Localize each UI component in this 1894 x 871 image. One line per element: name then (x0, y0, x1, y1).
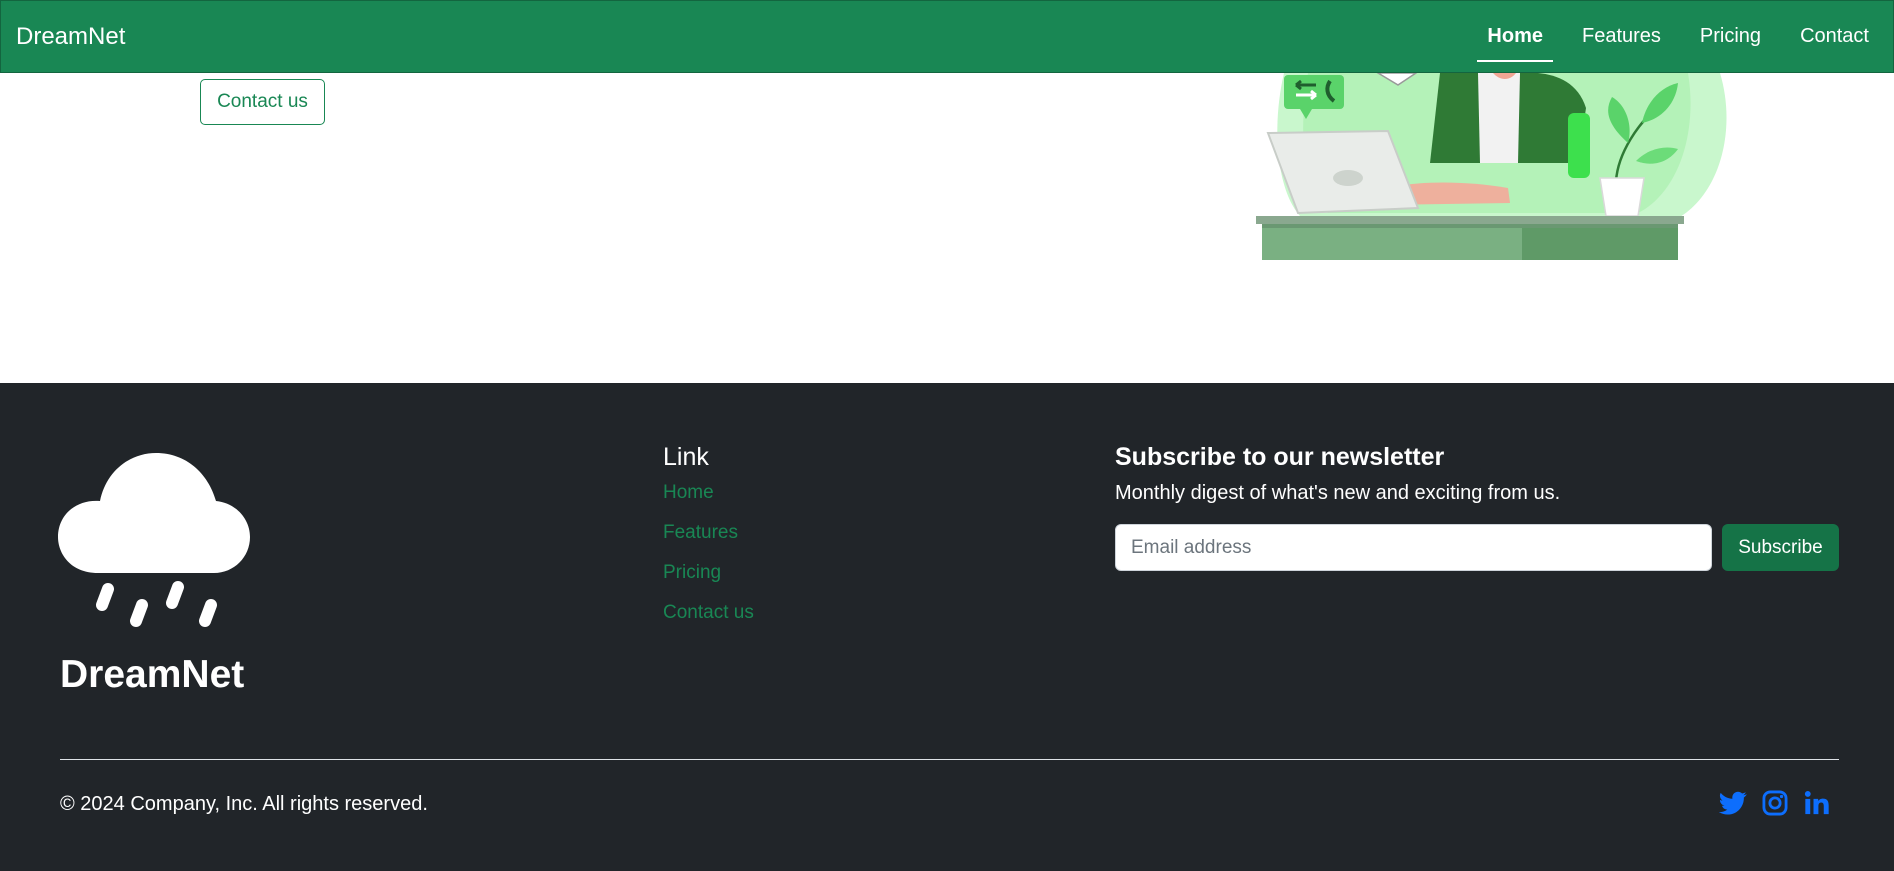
newsletter-form: Subscribe (1115, 524, 1839, 571)
footer-link-contact[interactable]: Contact us (663, 601, 754, 641)
person-at-laptop-illustration (1256, 73, 1727, 260)
instagram-icon[interactable] (1761, 789, 1789, 817)
footer-link-features[interactable]: Features (663, 521, 754, 561)
nav-pricing[interactable]: Pricing (1690, 1, 1771, 72)
subscribe-button[interactable]: Subscribe (1722, 524, 1839, 571)
contact-us-button[interactable]: Contact us (200, 79, 325, 125)
newsletter-section: Subscribe to our newsletter Monthly dige… (1115, 443, 1839, 571)
cloud-rain-icon (58, 453, 250, 627)
footer-links-column: Link Home Features Pricing Contact us (663, 443, 754, 641)
footer-brand: DreamNet (60, 653, 245, 696)
footer-divider (60, 759, 1839, 760)
nav-home[interactable]: Home (1477, 1, 1553, 72)
top-navbar: DreamNet Home Features Pricing Contact (0, 0, 1894, 73)
newsletter-description: Monthly digest of what's new and excitin… (1115, 482, 1561, 504)
nav-contact[interactable]: Contact (1790, 1, 1879, 72)
social-links (1719, 789, 1845, 817)
nav-features[interactable]: Features (1572, 1, 1671, 72)
navbar-brand[interactable]: DreamNet (16, 23, 125, 51)
links-title: Link (663, 443, 709, 471)
twitter-icon[interactable] (1719, 789, 1747, 817)
hero-section: Contact us (0, 73, 1894, 383)
newsletter-title: Subscribe to our newsletter (1115, 443, 1445, 471)
copyright-text: © 2024 Company, Inc. All rights reserved… (60, 793, 428, 815)
linkedin-icon[interactable] (1803, 789, 1831, 817)
nav-links: Home Features Pricing Contact (1458, 1, 1879, 72)
footer: DreamNet Link Home Features Pricing Cont… (0, 383, 1894, 871)
footer-link-pricing[interactable]: Pricing (663, 561, 754, 601)
footer-link-home[interactable]: Home (663, 481, 754, 521)
email-input[interactable] (1115, 524, 1712, 571)
